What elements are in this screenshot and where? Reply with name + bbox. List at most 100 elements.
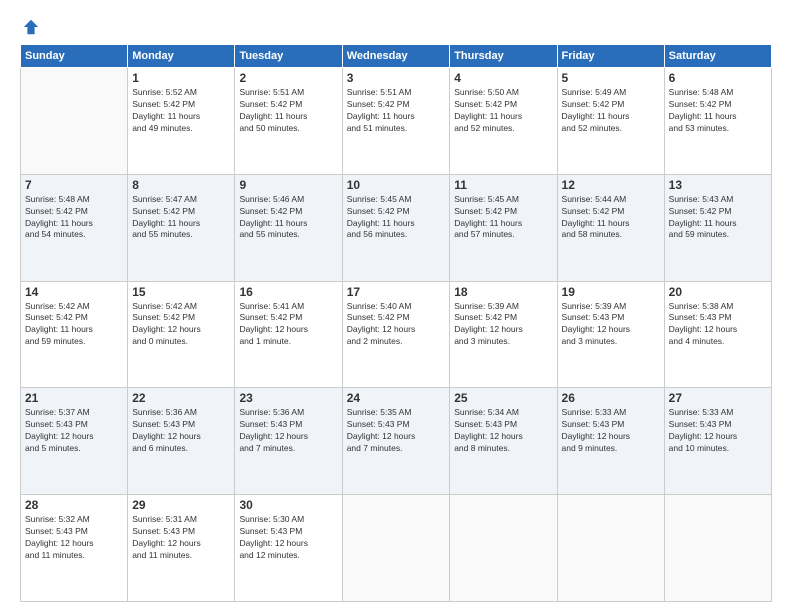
day-number: 12 [562, 178, 660, 192]
day-header-tuesday: Tuesday [235, 45, 342, 68]
day-number: 24 [347, 391, 445, 405]
day-header-monday: Monday [128, 45, 235, 68]
calendar-cell: 6 Sunrise: 5:48 AM Sunset: 5:42 PM Daylig… [664, 68, 771, 175]
day-number: 27 [669, 391, 767, 405]
day-number: 30 [239, 498, 337, 512]
day-number: 20 [669, 285, 767, 299]
day-info: Sunrise: 5:34 AM Sunset: 5:43 PM Dayligh… [454, 407, 552, 455]
day-number: 18 [454, 285, 552, 299]
day-info: Sunrise: 5:33 AM Sunset: 5:43 PM Dayligh… [562, 407, 660, 455]
day-number: 10 [347, 178, 445, 192]
day-number: 11 [454, 178, 552, 192]
calendar-cell [664, 495, 771, 602]
calendar-cell: 8 Sunrise: 5:47 AM Sunset: 5:42 PM Daylig… [128, 174, 235, 281]
day-info: Sunrise: 5:38 AM Sunset: 5:43 PM Dayligh… [669, 301, 767, 349]
calendar-cell [450, 495, 557, 602]
day-header-wednesday: Wednesday [342, 45, 449, 68]
day-number: 4 [454, 71, 552, 85]
day-info: Sunrise: 5:48 AM Sunset: 5:42 PM Dayligh… [25, 194, 123, 242]
day-info: Sunrise: 5:39 AM Sunset: 5:43 PM Dayligh… [562, 301, 660, 349]
day-info: Sunrise: 5:50 AM Sunset: 5:42 PM Dayligh… [454, 87, 552, 135]
day-info: Sunrise: 5:33 AM Sunset: 5:43 PM Dayligh… [669, 407, 767, 455]
calendar-cell: 23 Sunrise: 5:36 AM Sunset: 5:43 PM Dayli… [235, 388, 342, 495]
day-number: 13 [669, 178, 767, 192]
calendar-cell: 16Sunrise: 5:41 AM Sunset: 5:42 PM Dayli… [235, 281, 342, 388]
day-info: Sunrise: 5:47 AM Sunset: 5:42 PM Dayligh… [132, 194, 230, 242]
day-number: 26 [562, 391, 660, 405]
day-number: 17 [347, 285, 445, 299]
day-info: Sunrise: 5:46 AM Sunset: 5:42 PM Dayligh… [239, 194, 337, 242]
day-info: Sunrise: 5:39 AM Sunset: 5:42 PM Dayligh… [454, 301, 552, 349]
day-info: Sunrise: 5:31 AM Sunset: 5:43 PM Dayligh… [132, 514, 230, 562]
header [20, 18, 772, 36]
day-number: 14 [25, 285, 123, 299]
day-number: 29 [132, 498, 230, 512]
day-number: 19 [562, 285, 660, 299]
calendar-cell: 1 Sunrise: 5:52 AM Sunset: 5:42 PM Daylig… [128, 68, 235, 175]
logo-icon [22, 18, 40, 36]
calendar-cell [342, 495, 449, 602]
day-number: 6 [669, 71, 767, 85]
day-info: Sunrise: 5:42 AM Sunset: 5:42 PM Dayligh… [25, 301, 123, 349]
day-number: 23 [239, 391, 337, 405]
calendar-cell: 21 Sunrise: 5:37 AM Sunset: 5:43 PM Dayli… [21, 388, 128, 495]
calendar-cell: 26 Sunrise: 5:33 AM Sunset: 5:43 PM Dayli… [557, 388, 664, 495]
calendar-cell: 13 Sunrise: 5:43 AM Sunset: 5:42 PM Dayli… [664, 174, 771, 281]
logo [20, 18, 40, 36]
day-info: Sunrise: 5:36 AM Sunset: 5:43 PM Dayligh… [239, 407, 337, 455]
day-info: Sunrise: 5:37 AM Sunset: 5:43 PM Dayligh… [25, 407, 123, 455]
calendar-cell: 17 Sunrise: 5:40 AM Sunset: 5:42 PM Dayli… [342, 281, 449, 388]
calendar: SundayMondayTuesdayWednesdayThursdayFrid… [20, 44, 772, 602]
day-info: Sunrise: 5:36 AM Sunset: 5:43 PM Dayligh… [132, 407, 230, 455]
calendar-cell: 11 Sunrise: 5:45 AM Sunset: 5:42 PM Dayli… [450, 174, 557, 281]
day-info: Sunrise: 5:51 AM Sunset: 5:42 PM Dayligh… [347, 87, 445, 135]
day-number: 8 [132, 178, 230, 192]
calendar-cell [557, 495, 664, 602]
calendar-cell: 14 Sunrise: 5:42 AM Sunset: 5:42 PM Dayli… [21, 281, 128, 388]
day-info: Sunrise: 5:43 AM Sunset: 5:42 PM Dayligh… [669, 194, 767, 242]
day-info: Sunrise: 5:41 AM Sunset: 5:42 PM Dayligh… [239, 301, 337, 349]
day-info: Sunrise: 5:48 AM Sunset: 5:42 PM Dayligh… [669, 87, 767, 135]
day-number: 22 [132, 391, 230, 405]
day-number: 15 [132, 285, 230, 299]
day-info: Sunrise: 5:30 AM Sunset: 5:43 PM Dayligh… [239, 514, 337, 562]
day-info: Sunrise: 5:35 AM Sunset: 5:43 PM Dayligh… [347, 407, 445, 455]
calendar-cell: 28 Sunrise: 5:32 AM Sunset: 5:43 PM Dayli… [21, 495, 128, 602]
calendar-cell: 24 Sunrise: 5:35 AM Sunset: 5:43 PM Dayli… [342, 388, 449, 495]
calendar-cell: 7 Sunrise: 5:48 AM Sunset: 5:42 PM Daylig… [21, 174, 128, 281]
day-info: Sunrise: 5:45 AM Sunset: 5:42 PM Dayligh… [347, 194, 445, 242]
day-info: Sunrise: 5:40 AM Sunset: 5:42 PM Dayligh… [347, 301, 445, 349]
day-info: Sunrise: 5:51 AM Sunset: 5:42 PM Dayligh… [239, 87, 337, 135]
calendar-cell: 9 Sunrise: 5:46 AM Sunset: 5:42 PM Daylig… [235, 174, 342, 281]
day-info: Sunrise: 5:42 AM Sunset: 5:42 PM Dayligh… [132, 301, 230, 349]
day-number: 1 [132, 71, 230, 85]
calendar-cell: 27 Sunrise: 5:33 AM Sunset: 5:43 PM Dayli… [664, 388, 771, 495]
calendar-cell: 25 Sunrise: 5:34 AM Sunset: 5:43 PM Dayli… [450, 388, 557, 495]
day-info: Sunrise: 5:52 AM Sunset: 5:42 PM Dayligh… [132, 87, 230, 135]
calendar-cell [21, 68, 128, 175]
day-header-thursday: Thursday [450, 45, 557, 68]
calendar-cell: 3Sunrise: 5:51 AM Sunset: 5:42 PM Daylig… [342, 68, 449, 175]
day-header-sunday: Sunday [21, 45, 128, 68]
calendar-cell: 2Sunrise: 5:51 AM Sunset: 5:42 PM Daylig… [235, 68, 342, 175]
day-number: 9 [239, 178, 337, 192]
day-info: Sunrise: 5:49 AM Sunset: 5:42 PM Dayligh… [562, 87, 660, 135]
day-number: 5 [562, 71, 660, 85]
calendar-cell: 30 Sunrise: 5:30 AM Sunset: 5:43 PM Dayli… [235, 495, 342, 602]
day-number: 28 [25, 498, 123, 512]
day-info: Sunrise: 5:44 AM Sunset: 5:42 PM Dayligh… [562, 194, 660, 242]
day-number: 21 [25, 391, 123, 405]
page: SundayMondayTuesdayWednesdayThursdayFrid… [0, 0, 792, 612]
day-number: 25 [454, 391, 552, 405]
day-header-saturday: Saturday [664, 45, 771, 68]
calendar-cell: 19 Sunrise: 5:39 AM Sunset: 5:43 PM Dayli… [557, 281, 664, 388]
day-info: Sunrise: 5:45 AM Sunset: 5:42 PM Dayligh… [454, 194, 552, 242]
day-info: Sunrise: 5:32 AM Sunset: 5:43 PM Dayligh… [25, 514, 123, 562]
calendar-cell: 4 Sunrise: 5:50 AM Sunset: 5:42 PM Daylig… [450, 68, 557, 175]
calendar-cell: 22 Sunrise: 5:36 AM Sunset: 5:43 PM Dayli… [128, 388, 235, 495]
calendar-cell: 29 Sunrise: 5:31 AM Sunset: 5:43 PM Dayli… [128, 495, 235, 602]
calendar-cell: 12 Sunrise: 5:44 AM Sunset: 5:42 PM Dayli… [557, 174, 664, 281]
calendar-cell: 10 Sunrise: 5:45 AM Sunset: 5:42 PM Dayli… [342, 174, 449, 281]
day-number: 7 [25, 178, 123, 192]
calendar-cell: 18 Sunrise: 5:39 AM Sunset: 5:42 PM Dayli… [450, 281, 557, 388]
